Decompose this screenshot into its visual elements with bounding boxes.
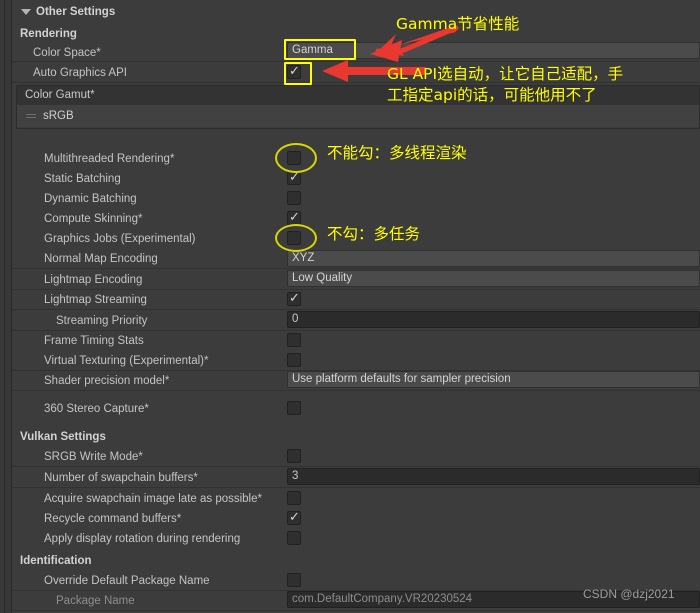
acquire-swapchain-late-checkbox[interactable] (287, 491, 301, 505)
row-separator (12, 309, 700, 310)
gamma-annotation-text: Gamma节省性能 (396, 15, 520, 33)
swapchain-buffers-label: Number of swapchain buffers* (44, 472, 198, 484)
row-separator (12, 268, 700, 269)
shader-precision-model-label: Shader precision model* (44, 375, 170, 387)
row-separator (12, 466, 700, 467)
graphics-jobs-annotation-text: 不勾：多任务 (327, 225, 421, 243)
lightmap-encoding-label: Lightmap Encoding (44, 274, 143, 286)
auto-graphics-api-label: Auto Graphics API (33, 67, 127, 79)
auto-graphics-api-highlight-box (284, 62, 312, 85)
row-srgb-write-mode: SRGB Write Mode* (12, 447, 700, 467)
row-frame-timing-stats: Frame Timing Stats (12, 331, 700, 351)
row-acquire-swapchain-late: Acquire swapchain image late as possible… (12, 489, 700, 509)
lightmap-streaming-checkbox[interactable] (287, 290, 301, 306)
other-settings-label: Other Settings (36, 6, 116, 18)
multithreaded-annotation-text: 不能勾：多线程渲染 (327, 144, 467, 162)
compute-skinning-label: Compute Skinning* (44, 213, 143, 225)
color-space-label: Color Space* (33, 47, 101, 59)
color-gamut-list: Color Gamut* sRGB (16, 85, 700, 129)
identification-header: Identification (12, 551, 700, 571)
streaming-priority-input[interactable]: 0 (287, 311, 700, 328)
lightmap-streaming-label: Lightmap Streaming (44, 294, 147, 306)
triangle-down-icon[interactable] (21, 9, 31, 15)
color-gamut-header: Color Gamut* (17, 86, 699, 105)
row-static-batching: Static Batching (12, 169, 700, 189)
lightmap-encoding-dropdown[interactable]: Low Quality (287, 270, 700, 287)
gl-api-annotation-line2: 工指定api的话，可能他用不了 (387, 86, 597, 104)
shader-precision-model-dropdown[interactable]: Use platform defaults for sampler precis… (287, 371, 700, 388)
gl-api-annotation-line1: GL API选自动，让它自己适配，手 (387, 65, 624, 83)
row-lightmap-streaming: Lightmap Streaming (12, 290, 700, 310)
vulkan-settings-header: Vulkan Settings (12, 427, 700, 447)
unity-player-settings-panel: Other Settings Rendering Color Space* Ga… (0, 0, 700, 613)
csdn-watermark: CSDN @dzj2021 (583, 587, 675, 601)
color-gamut-item-srgb[interactable]: sRGB (17, 105, 699, 127)
row-separator (12, 487, 700, 488)
stereo-capture-checkbox[interactable] (287, 401, 301, 415)
virtual-texturing-label: Virtual Texturing (Experimental)* (44, 355, 209, 367)
frame-timing-stats-label: Frame Timing Stats (44, 335, 144, 347)
recycle-command-buffers-label: Recycle command buffers* (44, 513, 182, 525)
row-360-stereo-capture: 360 Stereo Capture* (12, 399, 700, 419)
swapchain-buffers-input[interactable]: 3 (287, 468, 700, 485)
row-separator (12, 390, 700, 391)
vulkan-settings-label: Vulkan Settings (20, 431, 106, 443)
static-batching-label: Static Batching (44, 173, 121, 185)
rendering-label: Rendering (20, 28, 77, 40)
multithreaded-rendering-label: Multithreaded Rendering* (44, 153, 175, 165)
stereo-capture-label: 360 Stereo Capture* (44, 403, 149, 415)
row-dynamic-batching: Dynamic Batching (12, 189, 700, 209)
srgb-write-mode-label: SRGB Write Mode* (44, 451, 143, 463)
override-package-name-checkbox[interactable] (287, 573, 301, 587)
virtual-texturing-checkbox[interactable] (287, 353, 301, 367)
normal-map-encoding-dropdown[interactable]: XYZ (287, 250, 700, 267)
dynamic-batching-checkbox[interactable] (287, 191, 301, 205)
drag-handle-icon[interactable] (26, 114, 36, 119)
panel-left-border-outer (4, 0, 5, 613)
package-name-label: Package Name (56, 595, 135, 607)
color-gamut-item-label: sRGB (43, 110, 74, 122)
streaming-priority-label: Streaming Priority (56, 315, 148, 327)
row-apply-display-rotation: Apply display rotation during rendering (12, 529, 700, 549)
acquire-swapchain-late-label: Acquire swapchain image late as possible… (44, 493, 262, 505)
identification-label: Identification (20, 555, 92, 567)
static-batching-checkbox[interactable] (287, 169, 301, 185)
normal-map-encoding-label: Normal Map Encoding (44, 253, 158, 265)
row-recycle-command-buffers: Recycle command buffers* (12, 509, 700, 529)
srgb-write-mode-checkbox[interactable] (287, 449, 301, 463)
row-separator (12, 610, 700, 611)
frame-timing-stats-checkbox[interactable] (287, 333, 301, 347)
row-virtual-texturing: Virtual Texturing (Experimental)* (12, 351, 700, 371)
apply-display-rotation-checkbox[interactable] (287, 531, 301, 545)
override-package-name-label: Override Default Package Name (44, 575, 210, 587)
compute-skinning-checkbox[interactable] (287, 209, 301, 225)
recycle-command-buffers-checkbox[interactable] (287, 509, 301, 525)
multithreaded-rendering-highlight-ellipse (275, 143, 317, 173)
apply-display-rotation-label: Apply display rotation during rendering (44, 533, 241, 545)
dynamic-batching-label: Dynamic Batching (44, 193, 137, 205)
graphics-jobs-highlight-ellipse (275, 224, 317, 252)
other-settings-foldout[interactable]: Other Settings (12, 2, 700, 22)
graphics-jobs-label: Graphics Jobs (Experimental) (44, 233, 196, 245)
